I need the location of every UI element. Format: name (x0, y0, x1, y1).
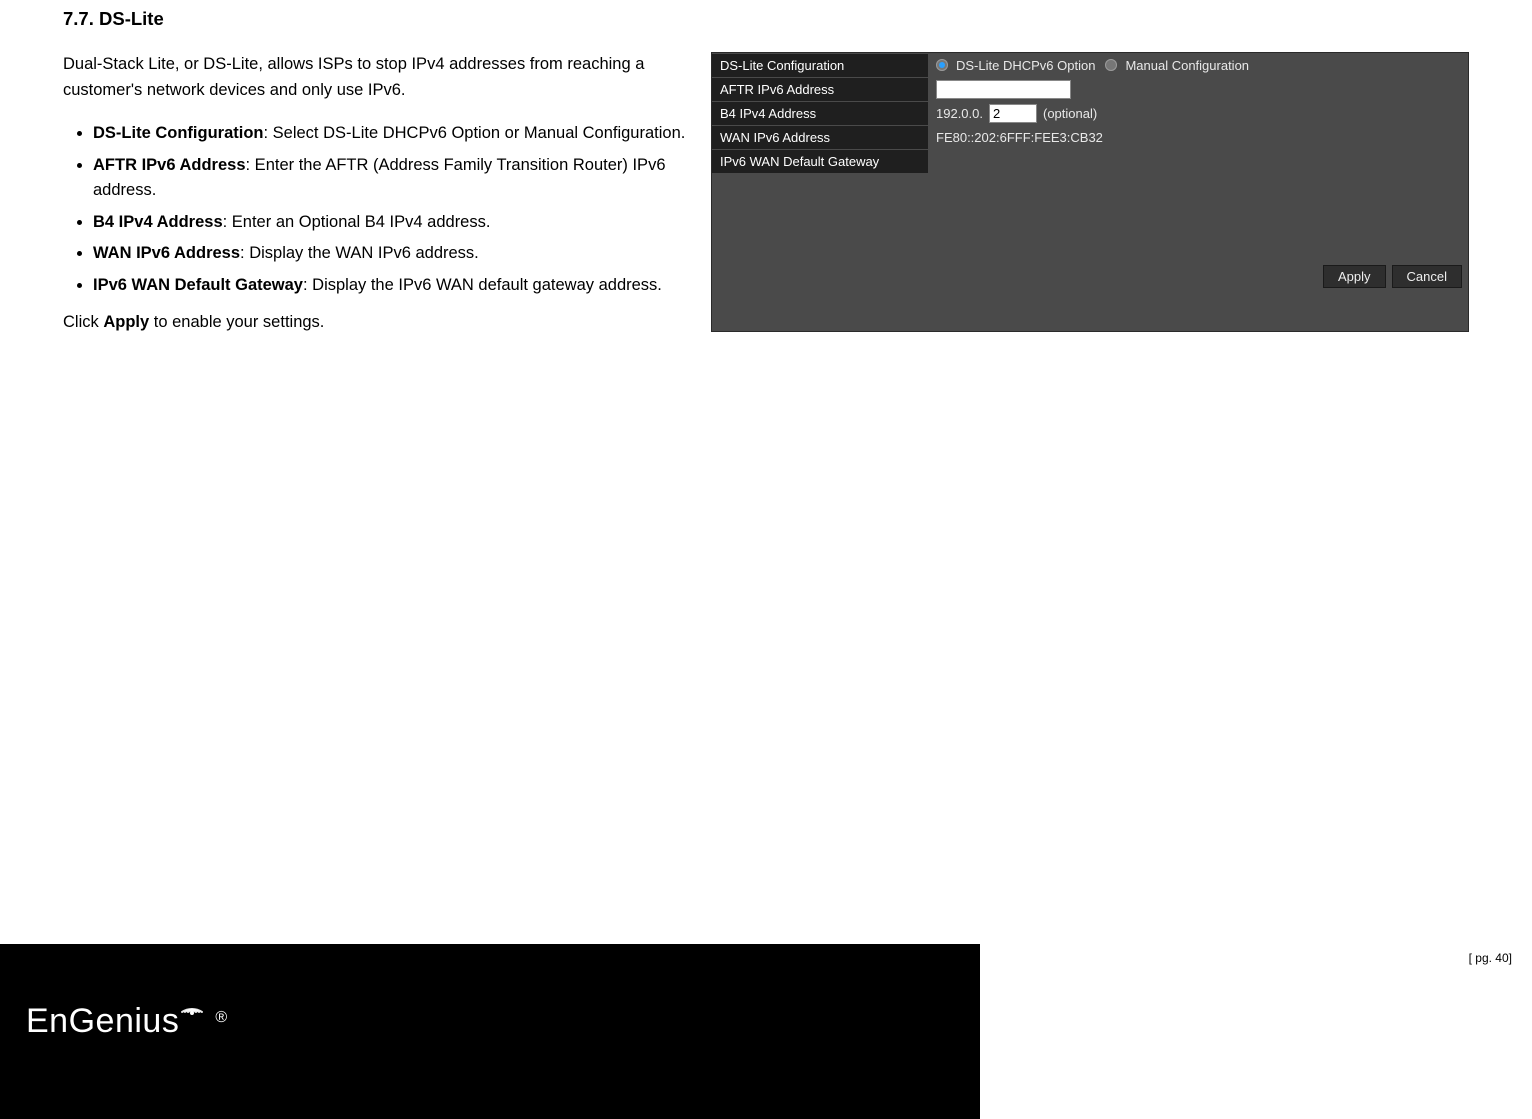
field-desc: : Enter an Optional B4 IPv4 address. (223, 213, 491, 231)
cancel-button[interactable]: Cancel (1392, 265, 1462, 288)
list-item: DS-Lite Configuration: Select DS-Lite DH… (93, 121, 693, 147)
brand-text: EnGenius (26, 1002, 179, 1041)
field-desc: : Display the WAN IPv6 address. (240, 244, 479, 262)
b4-input[interactable] (989, 104, 1037, 123)
section-number: 7.7. (63, 8, 94, 29)
section-heading: 7.7. DS-Lite (63, 8, 1472, 30)
radio-manual-config[interactable] (1105, 59, 1117, 71)
list-item: IPv6 WAN Default Gateway: Display the IP… (93, 273, 693, 299)
b4-suffix: (optional) (1043, 106, 1097, 121)
wan-value: FE80::202:6FFF:FEE3:CB32 (936, 130, 1103, 145)
aftr-input[interactable] (936, 80, 1071, 99)
field-desc: : Display the IPv6 WAN default gateway a… (303, 276, 662, 294)
field-list: DS-Lite Configuration: Select DS-Lite DH… (63, 121, 693, 298)
footer: EnGenius ® (0, 944, 1532, 1119)
gw-label: IPv6 WAN Default Gateway (712, 150, 928, 173)
intro-paragraph: Dual-Stack Lite, or DS-Lite, allows ISPs… (63, 52, 693, 103)
brand-logo: EnGenius ® (26, 1002, 229, 1041)
b4-label: B4 IPv4 Address (712, 102, 928, 125)
closing-paragraph: Click Apply to enable your settings. (63, 313, 693, 332)
list-item: WAN IPv6 Address: Display the WAN IPv6 a… (93, 241, 693, 267)
field-name: WAN IPv6 Address (93, 244, 240, 262)
list-item: B4 IPv4 Address: Enter an Optional B4 IP… (93, 210, 693, 236)
field-name: DS-Lite Configuration (93, 124, 263, 142)
list-item: AFTR IPv6 Address: Enter the AFTR (Addre… (93, 153, 693, 204)
closing-pre: Click (63, 313, 103, 331)
wifi-icon (179, 992, 205, 1023)
radio-manual-label: Manual Configuration (1125, 58, 1249, 73)
closing-post: to enable your settings. (149, 313, 324, 331)
aftr-label: AFTR IPv6 Address (712, 78, 928, 101)
field-name: B4 IPv4 Address (93, 213, 223, 231)
closing-bold: Apply (103, 313, 149, 331)
field-name: IPv6 WAN Default Gateway (93, 276, 303, 294)
field-name: AFTR IPv6 Address (93, 156, 246, 174)
radio-dhcpv6-label: DS-Lite DHCPv6 Option (956, 58, 1095, 73)
apply-button[interactable]: Apply (1323, 265, 1386, 288)
radio-dhcpv6-option[interactable] (936, 59, 948, 71)
config-panel: DS-Lite Configuration DS-Lite DHCPv6 Opt… (711, 52, 1469, 332)
ds-lite-config-label: DS-Lite Configuration (712, 54, 928, 77)
wan-label: WAN IPv6 Address (712, 126, 928, 149)
b4-prefix: 192.0.0. (936, 106, 983, 121)
registered-mark: ® (215, 1009, 227, 1027)
field-desc: : Select DS-Lite DHCPv6 Option or Manual… (263, 124, 685, 142)
section-title-text: DS-Lite (99, 8, 164, 29)
